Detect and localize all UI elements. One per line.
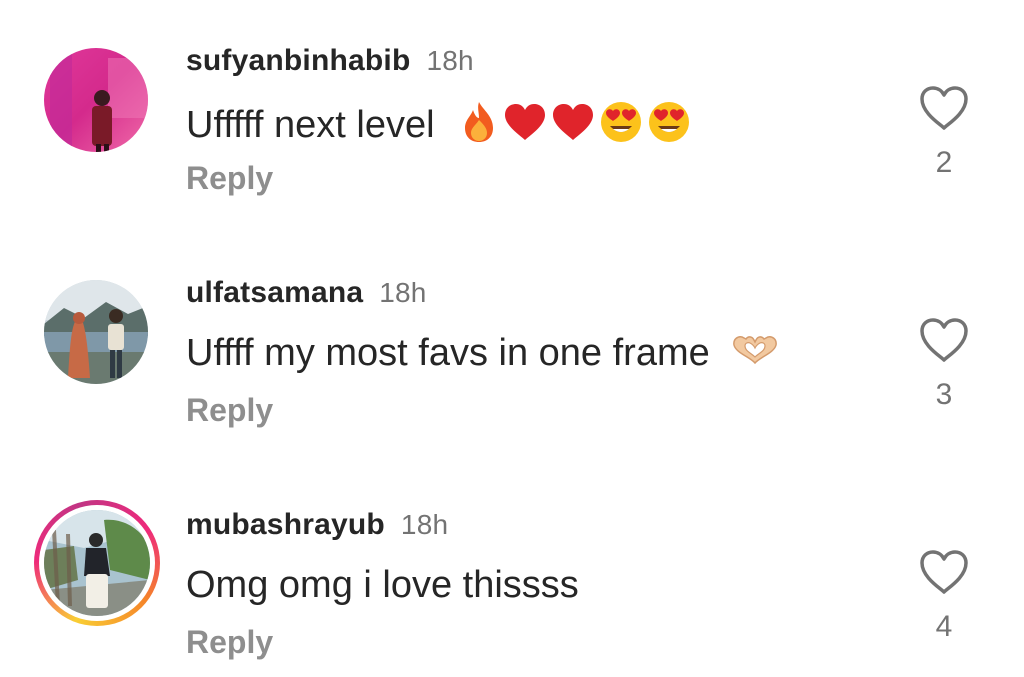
comment-text: Ufffff next level — [186, 100, 691, 154]
like-button[interactable] — [918, 84, 970, 132]
reply-button[interactable]: Reply — [186, 160, 273, 197]
avatar[interactable] — [44, 48, 148, 152]
comment-text: Uffff my most favs in one frame — [186, 332, 780, 377]
comment-timestamp: 18h — [426, 45, 474, 76]
comment-text: Omg omg i love thissss — [186, 564, 579, 607]
reply-button[interactable]: Reply — [186, 624, 273, 661]
username-text[interactable]: sufyanbinhabib — [186, 44, 410, 77]
comment-body: Uffff my most favs in one frame — [186, 332, 710, 374]
heart-outline-icon — [920, 86, 968, 130]
comment-body: Omg omg i love thissss — [186, 564, 579, 606]
heart-outline-icon — [920, 318, 968, 362]
comment-item: mubashrayub 18h Omg omg i love thissss Re… — [0, 464, 1024, 664]
username-text[interactable]: ulfatsamana — [186, 276, 363, 309]
avatar[interactable] — [44, 510, 150, 616]
heart-hands-emoji — [730, 333, 780, 377]
like-count: 3 — [935, 378, 953, 411]
fire-emoji — [459, 100, 499, 154]
heart-outline-icon — [920, 550, 968, 594]
comment-item: sufyanbinhabib 18h Ufffff next level Rep… — [0, 0, 1024, 200]
like-count: 2 — [935, 146, 953, 179]
red-heart-emoji — [503, 102, 547, 152]
like-button[interactable] — [918, 316, 970, 364]
comment-username[interactable]: mubashrayub 18h — [186, 508, 448, 542]
reply-button[interactable]: Reply — [186, 392, 273, 429]
comment-timestamp: 18h — [379, 277, 427, 308]
heart-eyes-emoji — [599, 100, 643, 154]
story-ring[interactable] — [34, 500, 160, 626]
comment-username[interactable]: ulfatsamana 18h — [186, 276, 427, 310]
like-button[interactable] — [918, 548, 970, 596]
like-count: 4 — [935, 610, 953, 643]
avatar[interactable] — [44, 280, 148, 384]
comment-username[interactable]: sufyanbinhabib 18h — [186, 44, 474, 78]
comment-item: ulfatsamana 18h Uffff my most favs in one… — [0, 232, 1024, 432]
username-text[interactable]: mubashrayub — [186, 508, 385, 541]
comment-body: Ufffff next level — [186, 104, 435, 147]
red-heart-emoji — [551, 102, 595, 152]
heart-eyes-emoji — [647, 100, 691, 154]
comment-timestamp: 18h — [400, 509, 449, 540]
